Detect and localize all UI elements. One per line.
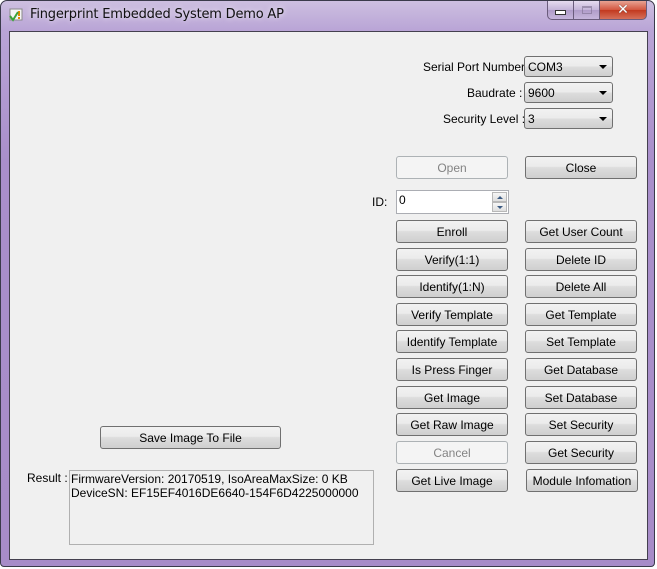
- chevron-down-icon: [599, 91, 607, 95]
- get-user-count-button[interactable]: Get User Count: [525, 220, 637, 243]
- chevron-down-icon: [599, 65, 607, 69]
- id-stepper[interactable]: 0: [396, 190, 509, 214]
- get-template-button[interactable]: Get Template: [525, 303, 637, 326]
- security-level-select[interactable]: 3: [524, 108, 613, 129]
- result-line: FirmwareVersion: 20170519, IsoAreaMaxSiz…: [71, 472, 348, 486]
- result-line: DeviceSN: EF15EF4016DE6640-154F6D4225000…: [71, 486, 359, 500]
- baudrate-label: Baudrate :: [467, 86, 523, 100]
- close-icon: ✕: [617, 2, 629, 18]
- get-raw-image-button[interactable]: Get Raw Image: [396, 413, 508, 436]
- open-button[interactable]: Open: [396, 156, 508, 179]
- is-press-finger-button[interactable]: Is Press Finger: [396, 358, 508, 381]
- caption-buttons: ✕: [547, 1, 647, 21]
- cancel-button[interactable]: Cancel: [396, 441, 508, 464]
- app-window: Fingerprint Embedded System Demo AP ✕ Se…: [0, 0, 655, 567]
- client-area: Serial Port Number : COM3 Baudrate : 960…: [9, 31, 648, 560]
- app-check-icon: [9, 8, 23, 22]
- get-live-image-button[interactable]: Get Live Image: [396, 469, 508, 492]
- close-button[interactable]: Close: [525, 156, 637, 179]
- set-database-button[interactable]: Set Database: [525, 386, 637, 409]
- identify-template-button[interactable]: Identify Template: [396, 330, 508, 353]
- get-security-button[interactable]: Get Security: [525, 441, 637, 464]
- maximize-button[interactable]: [574, 1, 600, 20]
- serial-port-label: Serial Port Number :: [423, 60, 532, 74]
- serial-port-select[interactable]: COM3: [524, 56, 613, 77]
- id-label: ID:: [372, 195, 388, 209]
- security-level-value: 3: [528, 112, 535, 126]
- delete-all-button[interactable]: Delete All: [525, 275, 637, 298]
- serial-port-value: COM3: [528, 60, 563, 74]
- verify-template-button[interactable]: Verify Template: [396, 303, 508, 326]
- enroll-button[interactable]: Enroll: [396, 220, 508, 243]
- maximize-icon: [581, 6, 592, 14]
- verify-button[interactable]: Verify(1:1): [396, 248, 508, 271]
- set-security-button[interactable]: Set Security: [525, 413, 637, 436]
- close-window-button[interactable]: ✕: [600, 1, 647, 20]
- minimize-button[interactable]: [547, 1, 574, 20]
- baudrate-select[interactable]: 9600: [524, 82, 613, 103]
- result-textbox[interactable]: FirmwareVersion: 20170519, IsoAreaMaxSiz…: [69, 470, 374, 545]
- save-image-button[interactable]: Save Image To File: [100, 426, 281, 449]
- get-image-button[interactable]: Get Image: [396, 386, 508, 409]
- chevron-down-icon: [599, 117, 607, 121]
- get-database-button[interactable]: Get Database: [525, 358, 637, 381]
- title-bar[interactable]: Fingerprint Embedded System Demo AP ✕: [1, 1, 654, 31]
- spin-up-icon[interactable]: [492, 192, 507, 202]
- security-level-label: Security Level :: [443, 112, 526, 126]
- window-title: Fingerprint Embedded System Demo AP: [30, 7, 284, 22]
- set-template-button[interactable]: Set Template: [525, 330, 637, 353]
- id-value: 0: [399, 193, 406, 207]
- module-information-button[interactable]: Module Infomation: [526, 469, 638, 492]
- delete-id-button[interactable]: Delete ID: [525, 248, 637, 271]
- spin-down-icon[interactable]: [492, 202, 507, 212]
- baudrate-value: 9600: [528, 86, 555, 100]
- identify-button[interactable]: Identify(1:N): [396, 275, 508, 298]
- result-label: Result :: [27, 471, 68, 485]
- minimize-icon: [555, 10, 566, 15]
